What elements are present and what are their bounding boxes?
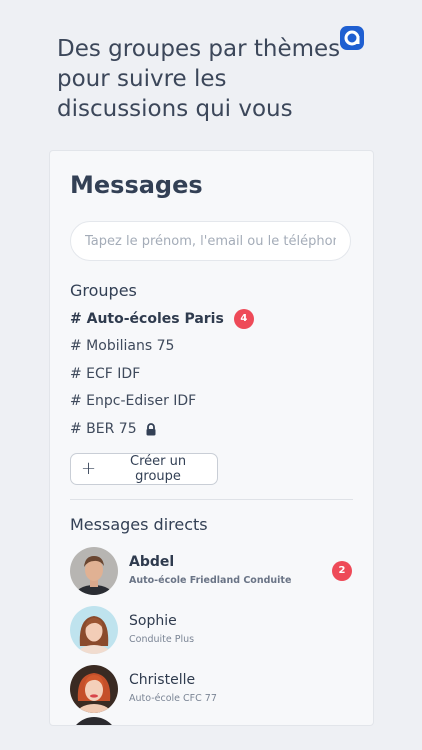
avatar — [70, 547, 118, 595]
lock-icon — [145, 422, 157, 436]
dm-item-sophie[interactable]: Sophie Conduite Plus — [70, 606, 353, 656]
contact-name: Sophie — [129, 613, 177, 629]
divider — [70, 499, 353, 500]
avatar — [70, 606, 118, 654]
group-item-ber-75[interactable]: # BER 75 — [70, 417, 157, 441]
search-input[interactable] — [70, 221, 351, 261]
group-item-ecf-idf[interactable]: # ECF IDF — [70, 362, 140, 386]
contact-name: Abdel — [129, 554, 175, 570]
create-group-label: Créer un groupe — [130, 454, 187, 484]
group-item-mobilians-75[interactable]: # Mobilians 75 — [70, 334, 174, 358]
contact-company: Auto-école CFC 77 — [129, 693, 217, 704]
dm-item-christelle[interactable]: Christelle Auto-école CFC 77 — [70, 665, 353, 715]
group-label: # Enpc-Ediser IDF — [70, 393, 197, 409]
groups-section-title: Groupes — [70, 281, 137, 300]
messages-panel: Messages Groupes # Auto-écoles Paris 4 #… — [49, 150, 374, 726]
marketing-headline: Des groupes par thèmes pour suivre les d… — [57, 36, 341, 122]
avatar — [70, 717, 118, 725]
plus-icon: + — [81, 458, 97, 479]
contact-company: Auto-école Friedland Conduite — [129, 575, 292, 586]
create-group-button[interactable]: + Créer un groupe — [70, 453, 218, 485]
app-logo-icon — [340, 26, 364, 50]
contact-name: Christelle — [129, 672, 196, 688]
group-label: # Auto-écoles Paris — [70, 311, 224, 327]
group-label: # Mobilians 75 — [70, 338, 175, 354]
group-item-auto-ecoles-paris[interactable]: # Auto-écoles Paris 4 — [70, 307, 254, 331]
unread-badge: 2 — [332, 561, 352, 581]
panel-title: Messages — [70, 171, 203, 199]
group-label: # ECF IDF — [70, 366, 141, 382]
group-label: # BER 75 — [70, 421, 137, 437]
direct-messages-section-title: Messages directs — [70, 515, 208, 534]
group-item-enpc-ediser-idf[interactable]: # Enpc-Ediser IDF — [70, 389, 196, 413]
contact-company: Conduite Plus — [129, 634, 195, 645]
dm-item-abdel[interactable]: Abdel Auto-école Friedland Conduite 2 — [70, 547, 353, 597]
unread-badge: 4 — [233, 309, 254, 329]
avatar — [70, 665, 118, 713]
